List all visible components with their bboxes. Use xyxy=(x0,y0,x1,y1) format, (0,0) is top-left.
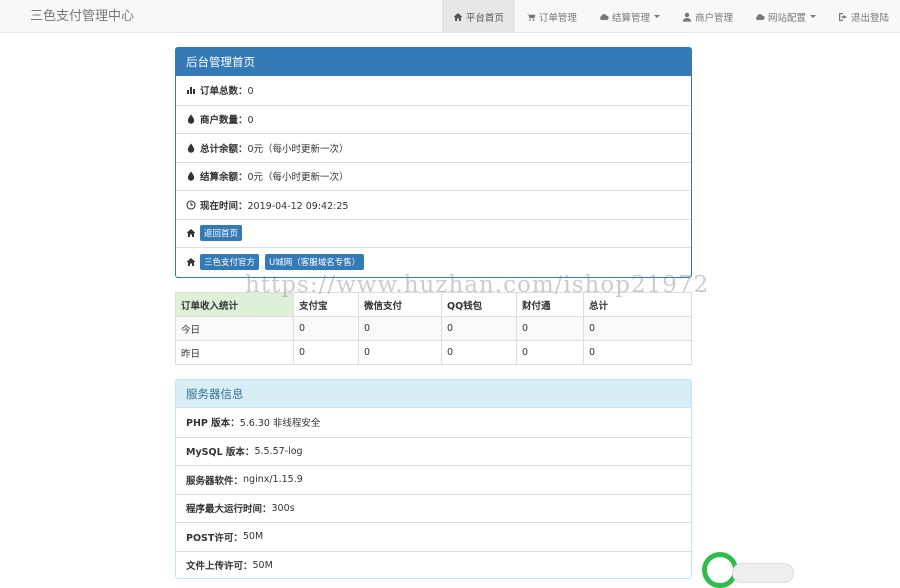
table-header-row: 订单收入统计 支付宝 微信支付 QQ钱包 财付通 总计 xyxy=(175,292,692,317)
total-balance-row: 总计余额：0元（每小时更新一次） xyxy=(176,133,691,162)
table-cell: 昨日 xyxy=(175,340,294,365)
panel-title: 服务器信息 xyxy=(176,380,691,408)
table-cell: 今日 xyxy=(175,316,294,341)
table-row: 今日 0 0 0 0 0 xyxy=(175,316,692,341)
col-header: QQ钱包 xyxy=(441,292,517,317)
settle-balance-row: 结算余额：0元（每小时更新一次） xyxy=(176,161,691,191)
order-total-row: 订单总数：0 xyxy=(176,76,691,105)
table-cell: 0 xyxy=(358,316,442,341)
table-cell: 0 xyxy=(516,340,584,365)
server-info-panel: 服务器信息 PHP 版本： 5.6.30 非线程安全 MySQL 版本： 5.5.5… xyxy=(175,379,692,579)
nav-orders[interactable]: 订单管理 xyxy=(515,0,588,33)
clock-icon xyxy=(186,200,196,210)
top-navbar: 三色支付管理中心 平台首页 订单管理 结算管理 商户管理 网站配置 退出登陆 xyxy=(0,0,900,33)
col-header: 总计 xyxy=(583,292,692,317)
table-cell: 0 xyxy=(516,316,584,341)
home-icon xyxy=(453,12,463,21)
cloud-icon xyxy=(600,13,609,20)
tint-icon xyxy=(187,171,195,181)
user-icon xyxy=(682,12,692,22)
order-income-table: 订单收入统计 支付宝 微信支付 QQ钱包 财付通 总计 今日 0 0 0 0 0… xyxy=(175,292,692,365)
table-cell: 0 xyxy=(293,340,359,365)
nav-site-config[interactable]: 网站配置 xyxy=(744,0,827,33)
admin-info-list: 订单总数：0 商户数量：0 总计余额：0元（每小时更新一次） 结算余额：0元（每… xyxy=(176,76,691,276)
panel-title: 后台管理首页 xyxy=(176,48,691,76)
cloud-icon xyxy=(756,13,765,20)
nav-merchants[interactable]: 商户管理 xyxy=(671,0,744,33)
logout-icon xyxy=(838,12,847,21)
current-time-row: 现在时间：2019-04-12 09:42:25 xyxy=(176,190,691,219)
mysql-version-row: MySQL 版本： 5.5.57-log xyxy=(176,436,691,466)
links-row: 三色支付官方 U城网（客服域名专售） xyxy=(176,247,691,276)
tint-icon xyxy=(187,143,195,153)
return-home-row: 返回首页 xyxy=(176,218,691,248)
table-cell: 0 xyxy=(441,316,517,341)
nav-settlement[interactable]: 结算管理 xyxy=(588,0,671,33)
official-site-button[interactable]: 三色支付官方 xyxy=(200,253,260,270)
nav-home[interactable]: 平台首页 xyxy=(441,0,515,33)
nav-logout[interactable]: 退出登陆 xyxy=(827,0,900,33)
col-header: 财付通 xyxy=(516,292,584,317)
home-icon xyxy=(186,229,196,238)
post-limit-row: POST许可： 50M xyxy=(176,522,691,551)
table-cell: 0 xyxy=(293,316,359,341)
bar-chart-icon xyxy=(187,87,195,95)
col-header: 订单收入统计 xyxy=(175,292,294,317)
server-software-row: 服务器软件： nginx/1.15.9 xyxy=(176,465,691,494)
tint-icon xyxy=(187,114,195,124)
admin-home-panel: 后台管理首页 订单总数：0 商户数量：0 总计余额：0元（每小时更新一次） 结算… xyxy=(175,47,692,278)
table-row: 昨日 0 0 0 0 0 xyxy=(175,340,692,365)
table-cell: 0 xyxy=(358,340,442,365)
upload-limit-row: 文件上传许可： 50M xyxy=(176,550,691,580)
max-exec-time-row: 程序最大运行时间： 300s xyxy=(176,493,691,523)
return-home-button[interactable]: 返回首页 xyxy=(200,225,243,242)
merchant-count-row: 商户数量：0 xyxy=(176,104,691,134)
table-cell: 0 xyxy=(583,316,692,341)
col-header: 微信支付 xyxy=(358,292,442,317)
main-nav: 平台首页 订单管理 结算管理 商户管理 网站配置 退出登陆 xyxy=(441,0,900,33)
brand-title[interactable]: 三色支付管理中心 xyxy=(30,0,134,33)
home-icon xyxy=(186,257,196,266)
cart-icon xyxy=(526,13,536,21)
table-cell: 0 xyxy=(583,340,692,365)
domain-shop-button[interactable]: U城网（客服域名专售） xyxy=(265,253,365,270)
col-header: 支付宝 xyxy=(293,292,359,317)
php-version-row: PHP 版本： 5.6.30 非线程安全 xyxy=(186,418,321,430)
table-cell: 0 xyxy=(441,340,517,365)
chevron-down-icon xyxy=(653,15,660,18)
chevron-down-icon xyxy=(809,15,816,18)
server-info-list: PHP 版本： 5.6.30 非线程安全 MySQL 版本： 5.5.57-log … xyxy=(176,408,691,579)
chat-widget-tab[interactable] xyxy=(732,563,794,583)
